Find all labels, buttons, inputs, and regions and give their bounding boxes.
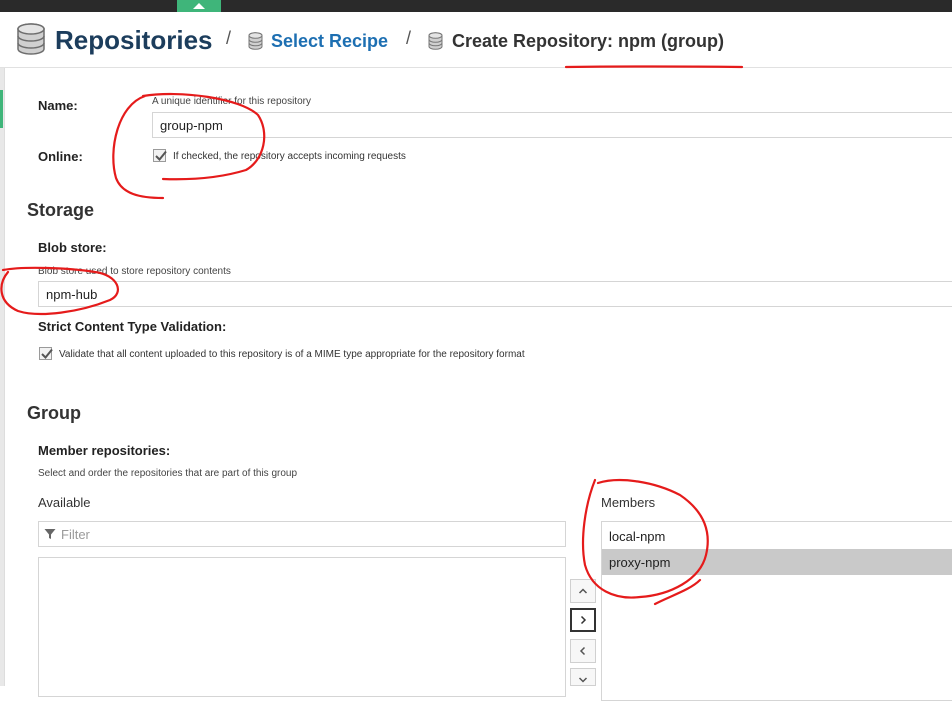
blob-store-help-text: Blob store used to store repository cont… xyxy=(38,266,231,277)
active-nav-tab[interactable] xyxy=(177,0,221,12)
page-header: Repositories / Select Recipe / Create Re… xyxy=(0,12,952,68)
chevron-down-icon xyxy=(578,677,588,683)
name-help-text: A unique identifier for this repository xyxy=(152,96,311,107)
members-list[interactable]: local-npm proxy-npm xyxy=(601,521,952,701)
check-icon xyxy=(155,150,167,161)
strict-validation-checkbox[interactable] xyxy=(39,347,53,360)
strict-validation-help-text: Validate that all content uploaded to th… xyxy=(59,349,525,360)
group-section-title: Group xyxy=(27,403,81,423)
member-item-local-npm[interactable]: local-npm xyxy=(602,523,952,549)
check-icon xyxy=(41,348,53,359)
chevron-right-icon xyxy=(580,615,587,625)
strict-validation-label: Strict Content Type Validation: xyxy=(38,319,227,334)
available-repositories-list[interactable] xyxy=(38,557,566,697)
breadcrumb-root[interactable]: Repositories xyxy=(55,25,213,56)
page-title: Create Repository: npm (group) xyxy=(452,31,725,51)
name-input[interactable]: group-npm xyxy=(152,112,952,138)
storage-section-title: Storage xyxy=(27,200,95,220)
database-icon xyxy=(248,32,263,50)
move-down-button[interactable] xyxy=(570,668,596,686)
sidebar-active-indicator xyxy=(0,90,3,128)
database-icon xyxy=(428,32,443,50)
available-filter-input[interactable]: Filter xyxy=(38,521,566,547)
available-title: Available xyxy=(38,495,91,510)
breadcrumb-separator: / xyxy=(406,28,412,48)
blob-store-select[interactable]: npm-hub xyxy=(38,281,952,307)
breadcrumb-select-recipe[interactable]: Select Recipe xyxy=(271,31,388,52)
blob-store-label: Blob store: xyxy=(38,240,107,255)
online-label: Online: xyxy=(38,149,83,164)
chevron-up-icon xyxy=(578,588,588,594)
online-help-text: If checked, the repository accepts incom… xyxy=(173,151,406,162)
name-label: Name: xyxy=(38,98,78,113)
members-title: Members xyxy=(601,495,656,510)
chevron-left-icon xyxy=(579,646,586,656)
remove-from-members-button[interactable] xyxy=(570,639,596,663)
filter-icon xyxy=(44,529,56,539)
top-bar xyxy=(0,0,952,12)
database-icon xyxy=(17,23,45,55)
filter-placeholder: Filter xyxy=(61,527,90,542)
move-up-button[interactable] xyxy=(570,579,596,603)
caret-up-icon xyxy=(193,3,205,9)
member-item-proxy-npm[interactable]: proxy-npm xyxy=(602,549,952,575)
member-repositories-help-text: Select and order the repositories that a… xyxy=(38,468,298,479)
member-repositories-label: Member repositories: xyxy=(38,443,171,458)
breadcrumb-separator: / xyxy=(226,28,232,48)
online-checkbox[interactable] xyxy=(153,149,167,162)
add-to-members-button[interactable] xyxy=(570,608,596,632)
